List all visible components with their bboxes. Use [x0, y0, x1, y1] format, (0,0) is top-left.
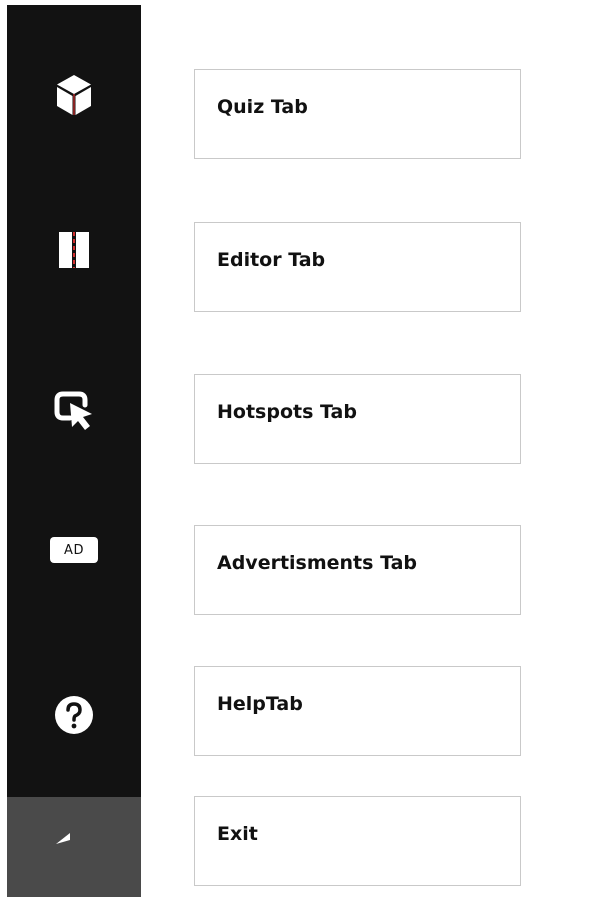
sidebar-item-quiz[interactable] [7, 45, 141, 145]
tab-hotspots[interactable]: Hotspots Tab [194, 374, 521, 464]
ad-icon: AD [50, 537, 98, 563]
reply-arrow-icon [54, 830, 94, 864]
tab-help-label: HelpTab [217, 693, 303, 715]
tab-advertisements[interactable]: Advertisments Tab [194, 525, 521, 615]
tab-editor-label: Editor Tab [217, 249, 326, 271]
sidebar-item-advertisements[interactable]: AD [7, 505, 141, 595]
question-icon [54, 695, 94, 735]
tab-help[interactable]: HelpTab [194, 666, 521, 756]
sidebar-item-editor[interactable] [7, 200, 141, 300]
tab-advertisements-label: Advertisments Tab [217, 552, 418, 574]
sidebar-item-hotspots[interactable] [7, 360, 141, 460]
sidebar: AD [7, 5, 141, 897]
sidebar-item-help[interactable] [7, 665, 141, 765]
cube-icon [54, 73, 94, 117]
exit-button[interactable]: Exit [194, 796, 521, 886]
book-icon [58, 231, 90, 269]
sidebar-item-back[interactable] [7, 797, 141, 897]
page: AD Quiz Tab Editor Tab Hotspots Tab Adve… [0, 0, 594, 897]
tab-hotspots-label: Hotspots Tab [217, 401, 357, 423]
tab-editor[interactable]: Editor Tab [194, 222, 521, 312]
cursor-select-icon [52, 388, 96, 432]
exit-label: Exit [217, 823, 258, 845]
tab-quiz-label: Quiz Tab [217, 96, 308, 118]
tab-quiz[interactable]: Quiz Tab [194, 69, 521, 159]
